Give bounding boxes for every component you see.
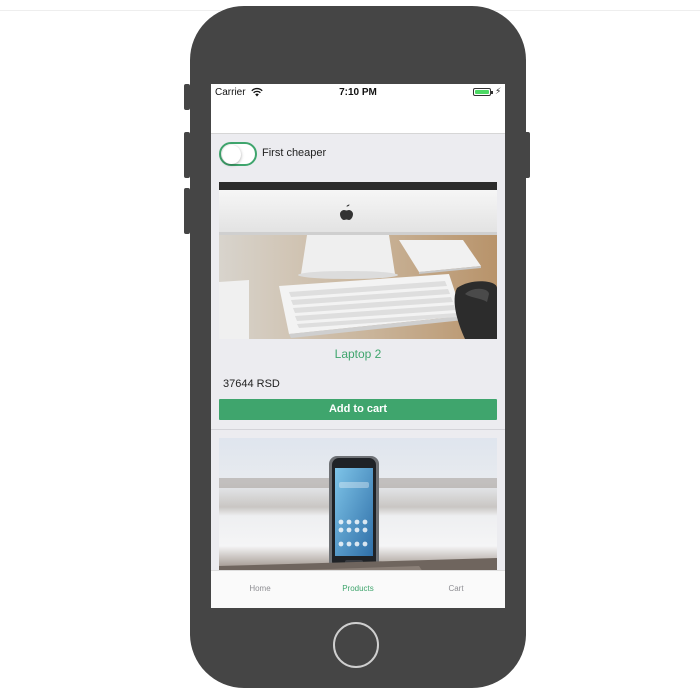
battery-icon <box>473 88 493 96</box>
imac-keyboard-photo <box>219 182 497 339</box>
clock: 7:10 PM <box>339 87 377 98</box>
product-price: 37644 RSD <box>223 378 280 390</box>
tab-products[interactable]: Products <box>309 584 407 593</box>
tab-home[interactable]: Home <box>211 584 309 593</box>
product-name[interactable]: Laptop 2 <box>211 347 505 361</box>
product-image-smartphone <box>219 438 497 570</box>
status-bar: Carrier 7:10 PM ⚡ <box>211 84 505 102</box>
navigation-bar <box>211 102 505 134</box>
tab-cart[interactable]: Cart <box>407 584 505 593</box>
products-list[interactable]: First cheaper Laptop 2 37644 RSD Add to … <box>211 134 505 570</box>
product-divider <box>211 429 505 430</box>
phone-screen: Carrier 7:10 PM ⚡ First cheaper Laptop 2… <box>211 84 505 608</box>
first-cheaper-label: First cheaper <box>262 147 327 159</box>
product-image-imac-keyboard <box>219 182 497 339</box>
add-to-cart-button[interactable]: Add to cart <box>219 399 497 420</box>
toggle-knob <box>222 145 241 164</box>
smartphone-photo <box>219 456 497 570</box>
first-cheaper-toggle[interactable] <box>219 142 257 166</box>
charging-icon: ⚡ <box>495 86 502 96</box>
home-button[interactable] <box>333 622 379 668</box>
tab-bar: Home Products Cart <box>211 570 505 608</box>
